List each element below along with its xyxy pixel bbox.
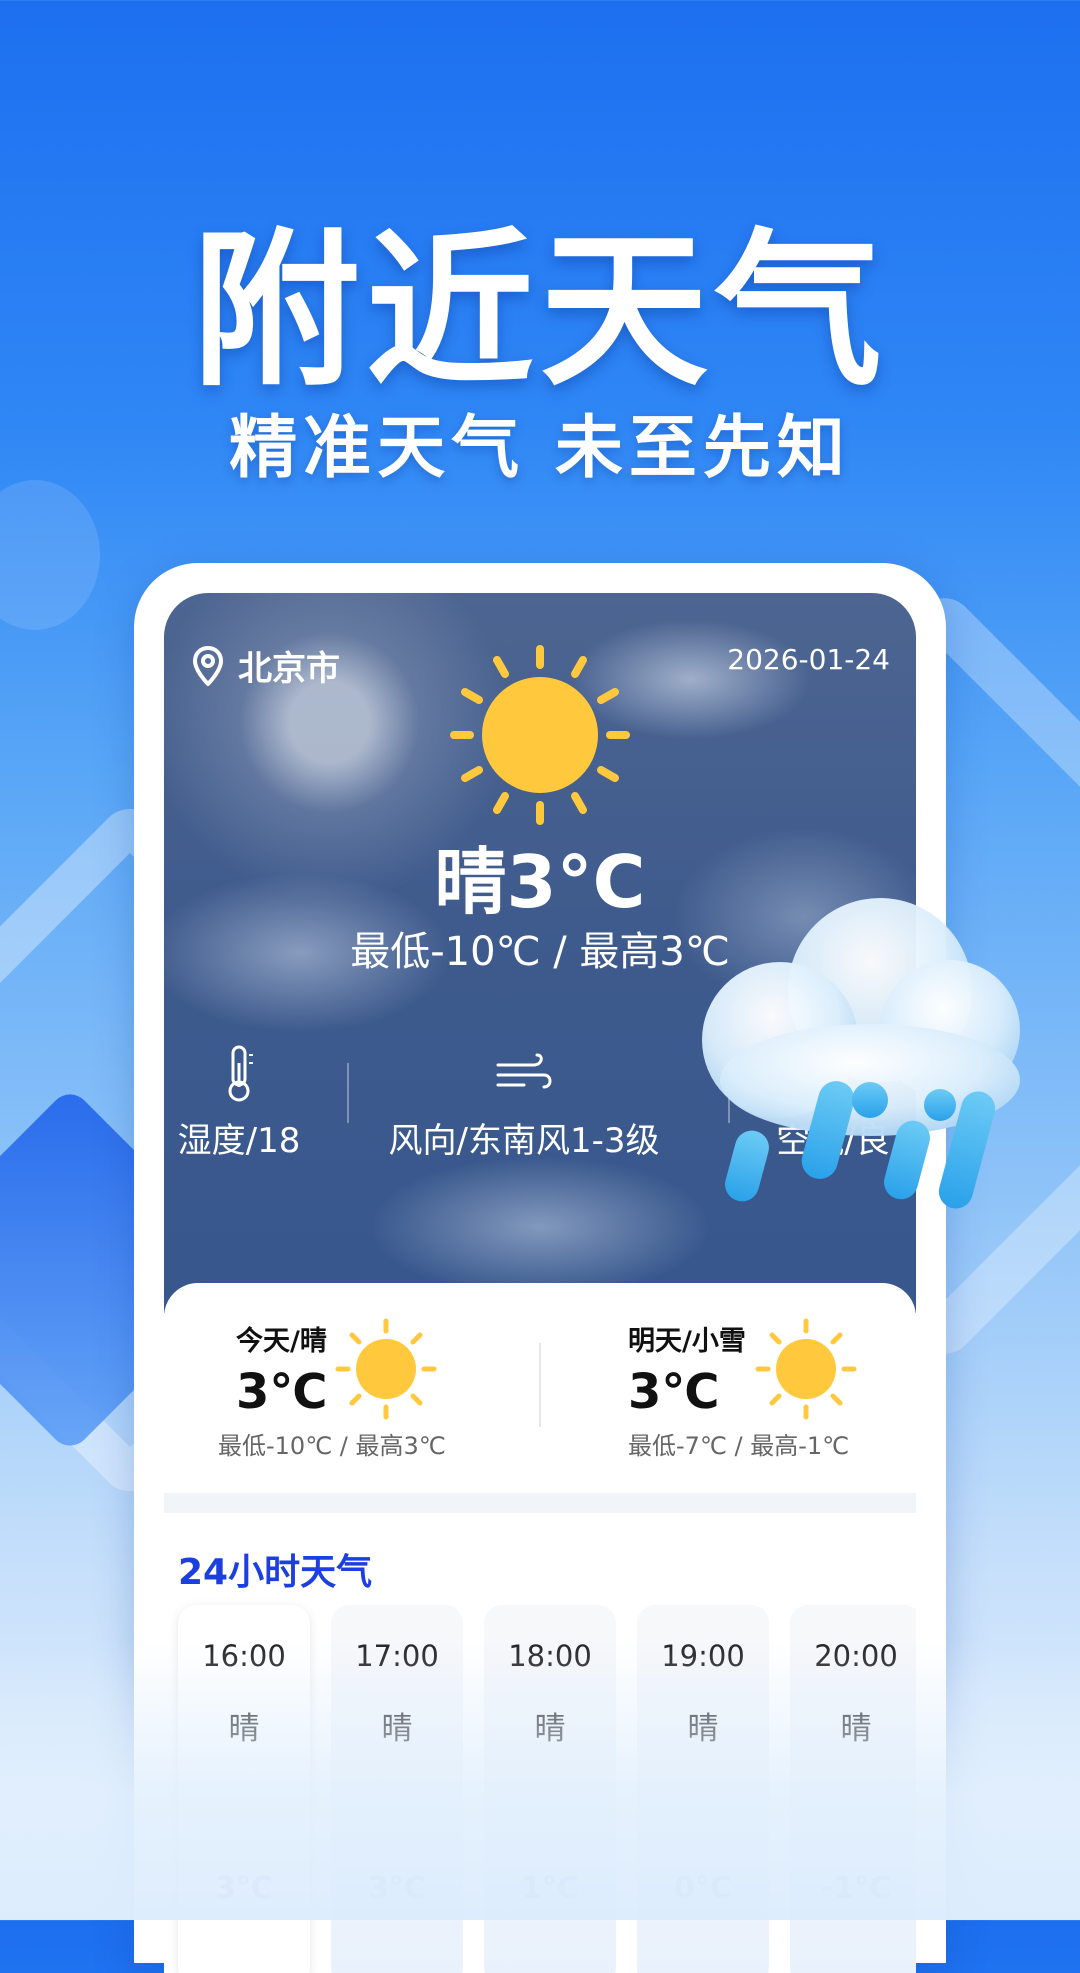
hour-condition: 晴: [534, 1711, 566, 1747]
hour-temp: 1°C: [521, 1871, 579, 1906]
hour-condition: 晴: [840, 1711, 872, 1747]
hour-time: 19:00: [661, 1639, 745, 1673]
promo-subline: 精准天气 未至先知: [229, 409, 851, 488]
day-divider: [539, 1343, 541, 1427]
hour-time: 20:00: [814, 1639, 898, 1673]
section-separator: [164, 1493, 916, 1513]
city-name: 北京市: [238, 649, 340, 689]
daily-forecast: 今天/晴 3℃ 最低-10℃ / 最高3℃ 明天/小雪 3℃ 最低-7℃ / 最…: [164, 1283, 916, 1503]
day-minmax: 最低-7℃ / 最高-1℃: [628, 1432, 850, 1460]
phone-frame: 北京市 2026-01-24 晴 3°C 最低-10℃ / 最高3℃ 湿度/18 …: [134, 563, 946, 1973]
hour-temp: 3°C: [215, 1871, 273, 1906]
hour-time: 17:00: [355, 1639, 439, 1673]
sun-icon: [755, 1318, 857, 1420]
hourly-forecast-list[interactable]: 16:00 晴 3°C 17:00 晴 3°C 18:00 晴 1°C 19:0…: [178, 1605, 916, 1973]
hour-time: 18:00: [508, 1639, 592, 1673]
thermometer-icon: [228, 1045, 253, 1102]
sun-icon: [335, 1318, 437, 1420]
metric-divider: [347, 1063, 349, 1123]
hour-temp: 0°C: [674, 1871, 732, 1906]
hourly-section-title: 24小时天气: [178, 1552, 373, 1593]
hour-card[interactable]: 20:00 晴 -1°C: [790, 1605, 916, 1973]
hour-card[interactable]: 17:00 晴 3°C: [331, 1605, 463, 1973]
hour-temp: -1°C: [820, 1871, 892, 1906]
app-screen: 北京市 2026-01-24 晴 3°C 最低-10℃ / 最高3℃ 湿度/18 …: [164, 593, 916, 1973]
hour-card[interactable]: 19:00 晴 0°C: [637, 1605, 769, 1973]
humidity-label: 湿度/18: [177, 1121, 301, 1161]
hour-temp: 3°C: [368, 1871, 426, 1906]
wind-icon: [496, 1053, 552, 1089]
humidity-metric: 湿度/18: [174, 1043, 304, 1162]
location-pin-icon: [192, 645, 224, 686]
hour-time: 16:00: [202, 1639, 286, 1673]
hour-condition: 晴: [228, 1711, 260, 1747]
hour-card[interactable]: 16:00 晴 3°C: [178, 1605, 310, 1973]
background-bubble: [0, 480, 100, 630]
hour-condition: 晴: [687, 1711, 719, 1747]
hour-card[interactable]: 18:00 晴 1°C: [484, 1605, 616, 1973]
promo-headline: 附近天气: [192, 213, 888, 409]
wind-label: 风向/东南风1-3级: [388, 1121, 660, 1161]
wind-metric: 风向/东南风1-3级: [374, 1043, 674, 1162]
rain-cloud-icon: [702, 898, 1020, 1209]
day-minmax: 最低-10℃ / 最高3℃: [218, 1432, 446, 1460]
sun-icon: [450, 645, 630, 825]
hour-condition: 晴: [381, 1711, 413, 1747]
current-date: 2026-01-24: [727, 643, 890, 676]
location-selector[interactable]: 北京市: [192, 641, 340, 690]
